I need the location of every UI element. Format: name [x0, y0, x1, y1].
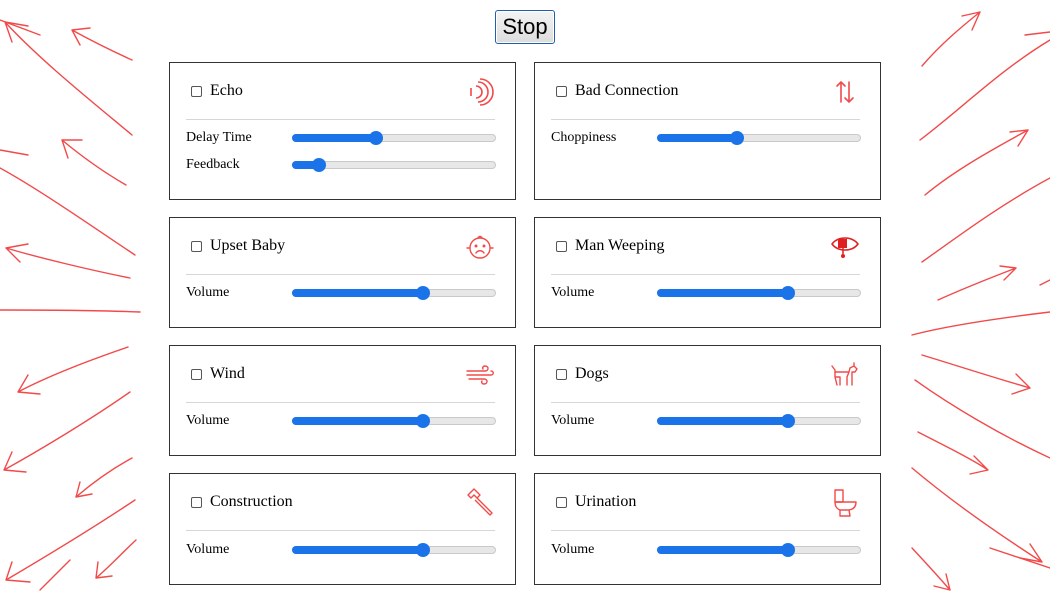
stop-button[interactable]: Stop: [495, 10, 555, 44]
effect-panel-man-weeping: Man Weeping Volume: [534, 217, 881, 328]
control-label: Volume: [186, 413, 230, 428]
slider-fill: [292, 134, 376, 142]
effect-panel-upset-baby: Upset Baby Volume: [169, 217, 516, 328]
choppiness-slider[interactable]: [657, 128, 861, 148]
slider-thumb[interactable]: [781, 414, 795, 428]
control-row: Volume: [186, 283, 496, 303]
control-label: Volume: [186, 542, 230, 557]
effect-panel-urination: Urination Volume: [534, 473, 881, 585]
volume-slider[interactable]: [292, 540, 496, 560]
enable-checkbox-wind[interactable]: [191, 368, 202, 380]
slider-fill: [657, 134, 737, 142]
control-row: Feedback: [186, 155, 496, 175]
enable-checkbox-dogs[interactable]: [556, 368, 567, 380]
slider-fill: [292, 546, 423, 554]
panel-header: Urination: [551, 474, 860, 531]
effect-panel-wind: Wind Volume: [169, 345, 516, 456]
enable-checkbox-construction[interactable]: [191, 496, 202, 508]
wind-icon: [465, 360, 495, 390]
control-label: Volume: [551, 285, 595, 300]
panel-title: Echo: [210, 82, 243, 99]
slider-thumb[interactable]: [312, 158, 326, 172]
slider-thumb[interactable]: [730, 131, 744, 145]
dog-icon: [830, 360, 860, 390]
baby-face-icon: [465, 232, 495, 262]
volume-slider[interactable]: [657, 411, 861, 431]
feedback-slider[interactable]: [292, 155, 496, 175]
panel-title: Upset Baby: [210, 237, 286, 254]
effect-panel-dogs: Dogs Volume: [534, 345, 881, 456]
panel-header: Man Weeping: [551, 218, 860, 275]
slider-fill: [292, 417, 423, 425]
control-label: Feedback: [186, 157, 240, 172]
volume-slider[interactable]: [292, 411, 496, 431]
control-label: Volume: [551, 413, 595, 428]
control-label: Volume: [551, 542, 595, 557]
panel-header: Dogs: [551, 346, 860, 403]
enable-checkbox-urination[interactable]: [556, 496, 567, 508]
volume-slider[interactable]: [292, 283, 496, 303]
panel-header: Echo: [186, 63, 495, 120]
effect-panel-echo: Echo Delay Time Feedback: [169, 62, 516, 200]
control-row: Volume: [186, 411, 496, 431]
slider-thumb[interactable]: [369, 131, 383, 145]
weeping-eye-icon: [830, 232, 860, 262]
control-label: Volume: [186, 285, 230, 300]
panel-title: Bad Connection: [575, 82, 679, 99]
control-row: Volume: [551, 540, 861, 560]
slider-thumb[interactable]: [416, 286, 430, 300]
control-row: Volume: [186, 540, 496, 560]
control-row: Volume: [551, 411, 861, 431]
control-label: Delay Time: [186, 130, 252, 145]
panel-header: Construction: [186, 474, 495, 531]
panel-title: Construction: [210, 493, 293, 510]
control-label: Choppiness: [551, 130, 617, 145]
slider-fill: [657, 546, 788, 554]
panel-title: Dogs: [575, 365, 609, 382]
control-row: Choppiness: [551, 128, 861, 148]
enable-checkbox-upset-baby[interactable]: [191, 240, 202, 252]
volume-slider[interactable]: [657, 540, 861, 560]
enable-checkbox-man-weeping[interactable]: [556, 240, 567, 252]
toilet-icon: [830, 488, 860, 518]
echo-waves-icon: [465, 77, 495, 107]
up-down-arrows-icon: [830, 77, 860, 107]
slider-fill: [657, 289, 788, 297]
panel-title: Urination: [575, 493, 637, 510]
slider-thumb[interactable]: [416, 543, 430, 557]
effect-panel-construction: Construction Volume: [169, 473, 516, 585]
slider-fill: [657, 417, 788, 425]
panel-title: Man Weeping: [575, 237, 665, 254]
slider-thumb[interactable]: [781, 286, 795, 300]
effect-panel-bad-connection: Bad Connection Choppiness: [534, 62, 881, 200]
control-row: Volume: [551, 283, 861, 303]
volume-slider[interactable]: [657, 283, 861, 303]
panel-header: Bad Connection: [551, 63, 860, 120]
control-row: Delay Time: [186, 128, 496, 148]
delay-time-slider[interactable]: [292, 128, 496, 148]
slider-fill: [292, 289, 423, 297]
panel-header: Upset Baby: [186, 218, 495, 275]
enable-checkbox-bad-connection[interactable]: [556, 85, 567, 97]
panel-header: Wind: [186, 346, 495, 403]
slider-thumb[interactable]: [416, 414, 430, 428]
slider-thumb[interactable]: [781, 543, 795, 557]
hammer-icon: [465, 488, 495, 518]
decorative-arrows: [0, 11, 1050, 591]
enable-checkbox-echo[interactable]: [191, 85, 202, 97]
panel-title: Wind: [210, 365, 245, 382]
